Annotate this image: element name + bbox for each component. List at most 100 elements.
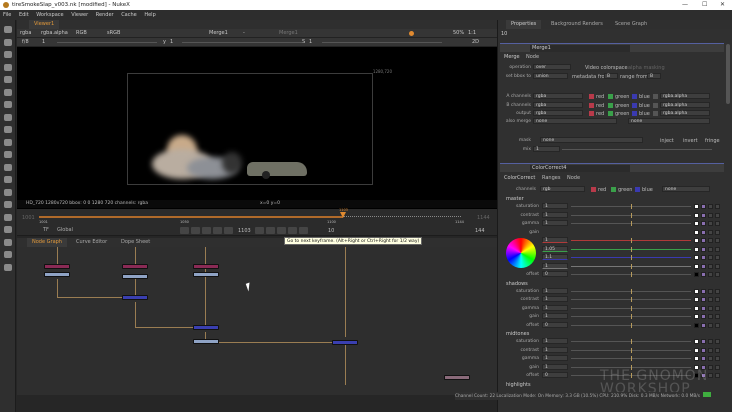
menu-workspace[interactable]: Workspace bbox=[36, 12, 63, 18]
channels-dropdown[interactable]: rgba bbox=[533, 93, 583, 99]
current-frame-field[interactable]: 1103 bbox=[238, 228, 251, 234]
properties-scrollbar[interactable] bbox=[726, 44, 730, 104]
ratio-dropdown[interactable]: 1:1 bbox=[468, 29, 476, 38]
value-field[interactable]: 1 bbox=[542, 296, 568, 302]
color-picker-icon[interactable] bbox=[701, 305, 706, 311]
channel-split-button[interactable] bbox=[708, 339, 713, 344]
section-midtones[interactable]: midtones bbox=[506, 331, 529, 337]
tab-node[interactable]: Node bbox=[567, 175, 580, 181]
red-checkbox[interactable] bbox=[589, 111, 594, 116]
channels-dropdown[interactable]: rgb bbox=[540, 186, 585, 192]
metadata-dropdown[interactable]: B bbox=[604, 73, 618, 79]
color-swatch[interactable] bbox=[694, 212, 699, 218]
value-field[interactable]: 1 bbox=[542, 262, 568, 269]
color-swatch[interactable] bbox=[694, 221, 699, 226]
slider-handle[interactable] bbox=[631, 322, 632, 328]
lut-dropdown[interactable]: sRGB bbox=[107, 29, 120, 38]
node[interactable] bbox=[44, 264, 70, 269]
mix-field[interactable]: 1 bbox=[533, 146, 560, 152]
color-picker-icon[interactable] bbox=[701, 221, 706, 226]
channel-split-button[interactable] bbox=[708, 356, 713, 361]
channel-split-button[interactable] bbox=[708, 204, 713, 209]
green-checkbox[interactable] bbox=[608, 111, 613, 116]
channel-split-button[interactable] bbox=[708, 314, 713, 319]
color-swatch[interactable] bbox=[694, 347, 699, 353]
color-picker-icon[interactable] bbox=[701, 229, 706, 235]
channel-split-button[interactable] bbox=[708, 288, 713, 294]
timeline[interactable]: 1001 1103 1001 1050 1100 1144 1144 bbox=[17, 208, 497, 225]
node[interactable] bbox=[193, 272, 219, 277]
channel-split-button[interactable] bbox=[708, 229, 713, 235]
alpha-dropdown[interactable]: rgba.alpha bbox=[660, 93, 710, 99]
animation-menu-icon[interactable] bbox=[715, 229, 720, 235]
tab-dope-sheet[interactable]: Dope Sheet bbox=[116, 238, 155, 247]
blue-checkbox[interactable] bbox=[632, 111, 637, 116]
channel-split-button[interactable] bbox=[708, 238, 713, 243]
animation-menu-icon[interactable] bbox=[715, 364, 720, 370]
invert-checkbox[interactable]: invert bbox=[683, 138, 698, 144]
value-field[interactable]: 1 bbox=[542, 237, 568, 243]
mix-slider[interactable] bbox=[562, 149, 712, 150]
tab-background-renders[interactable]: Background Renders bbox=[546, 20, 608, 29]
slider-handle[interactable] bbox=[631, 255, 632, 260]
toolbar-tool-icon[interactable] bbox=[4, 201, 12, 208]
animation-menu-icon[interactable] bbox=[715, 212, 720, 218]
inject-checkbox[interactable]: inject bbox=[660, 138, 674, 144]
blue-checkbox[interactable] bbox=[632, 94, 637, 99]
toolbar-tool-icon[interactable] bbox=[4, 26, 12, 33]
stop-button[interactable] bbox=[255, 227, 264, 234]
node-graph-canvas[interactable] bbox=[17, 247, 497, 395]
operation-dropdown[interactable]: over bbox=[533, 64, 571, 70]
color-picker-icon[interactable] bbox=[701, 204, 706, 209]
first-frame-button[interactable] bbox=[180, 227, 189, 234]
animation-menu-icon[interactable] bbox=[715, 314, 720, 319]
color-picker-icon[interactable] bbox=[701, 339, 706, 344]
color-swatch[interactable] bbox=[694, 255, 699, 260]
minimize-button[interactable]: — bbox=[682, 0, 688, 10]
section-master[interactable]: master bbox=[506, 196, 524, 202]
toolbar-tool-icon[interactable] bbox=[4, 38, 12, 46]
channel-split-button[interactable] bbox=[708, 373, 713, 378]
toolbar-tool-icon[interactable] bbox=[4, 138, 12, 146]
animation-menu-icon[interactable] bbox=[715, 204, 720, 209]
green-checkbox[interactable] bbox=[608, 94, 613, 99]
animation-menu-icon[interactable] bbox=[715, 305, 720, 311]
green-checkbox[interactable] bbox=[608, 102, 613, 108]
channel-split-button[interactable] bbox=[708, 212, 713, 218]
slider-handle[interactable] bbox=[631, 246, 632, 252]
color-swatch[interactable] bbox=[694, 246, 699, 252]
animation-menu-icon[interactable] bbox=[715, 272, 720, 277]
maximize-button[interactable]: ☐ bbox=[702, 0, 707, 10]
slider-handle[interactable] bbox=[631, 272, 632, 277]
red-checkbox[interactable] bbox=[589, 102, 594, 108]
color-picker-icon[interactable] bbox=[701, 255, 706, 260]
also-merge-dropdown[interactable]: none bbox=[533, 118, 617, 124]
toolbar-tool-icon[interactable] bbox=[4, 63, 12, 71]
animation-menu-icon[interactable] bbox=[715, 339, 720, 344]
display-dropdown[interactable]: RGB bbox=[76, 29, 87, 38]
value-field[interactable]: 1 bbox=[542, 211, 568, 218]
slider-handle[interactable] bbox=[631, 347, 632, 353]
channel-split-button[interactable] bbox=[708, 255, 713, 260]
color-swatch[interactable] bbox=[694, 305, 699, 311]
last-frame-button[interactable] bbox=[299, 227, 308, 234]
out-point-field[interactable]: 1144 bbox=[477, 215, 490, 221]
value-field[interactable]: 1 bbox=[542, 355, 568, 361]
node[interactable] bbox=[193, 325, 219, 330]
color-picker-icon[interactable] bbox=[701, 212, 706, 218]
color-swatch[interactable] bbox=[694, 339, 699, 344]
value-field[interactable]: 1 bbox=[542, 304, 568, 311]
prev-keyframe-button[interactable] bbox=[191, 227, 200, 234]
tab-node-graph[interactable]: Node Graph bbox=[27, 238, 67, 247]
value-field[interactable]: 1 bbox=[542, 220, 568, 226]
animation-menu-icon[interactable] bbox=[715, 221, 720, 226]
node[interactable] bbox=[44, 272, 70, 277]
color-swatch[interactable] bbox=[694, 238, 699, 243]
color-swatch[interactable] bbox=[694, 229, 699, 235]
tab-viewer1[interactable]: Viewer1 bbox=[29, 20, 60, 29]
a-input-dropdown[interactable]: Merge1 bbox=[209, 29, 228, 38]
saturation-field[interactable]: 1 bbox=[309, 38, 312, 47]
toolbar-tool-icon[interactable] bbox=[4, 151, 12, 158]
node-name-field[interactable]: ColorCorrect4 bbox=[530, 165, 630, 172]
color-picker-icon[interactable] bbox=[701, 246, 706, 252]
